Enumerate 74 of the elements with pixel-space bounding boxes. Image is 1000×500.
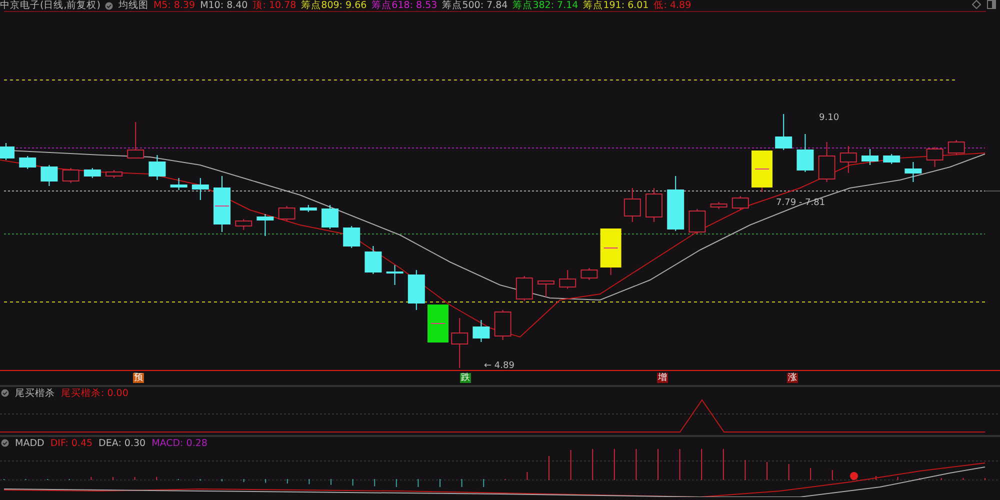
signal-dot-icon [850, 472, 858, 480]
indicator-name: MADD [15, 438, 44, 448]
candlestick [710, 202, 728, 210]
candlestick [646, 188, 662, 222]
candlestick [428, 304, 448, 342]
candlestick [559, 270, 576, 290]
indicator-value: DEA: 0.30 [98, 438, 146, 448]
indicator-value: DIF: 0.45 [50, 438, 93, 448]
candlestick [148, 154, 166, 180]
candlestick [386, 264, 404, 286]
candlestick [106, 170, 122, 178]
candlestick [538, 280, 554, 298]
candlestick [127, 122, 144, 158]
candlestick [624, 188, 641, 222]
indicator-value: 筹点809: 9.66 [301, 0, 367, 11]
candlestick [235, 218, 252, 230]
indicator-value: MACD: 0.28 [152, 438, 208, 448]
candlestick [19, 156, 36, 170]
indicator-value: 筹点191: 6.01 [583, 0, 649, 11]
indicator-value: 顶: 10.78 [252, 0, 296, 11]
candlestick [170, 178, 188, 190]
candlestick [214, 176, 230, 232]
indicator-value: 筹点618: 8.53 [372, 0, 438, 11]
candlestick [322, 204, 338, 230]
candlestick [62, 168, 80, 184]
candlestick [883, 154, 900, 164]
candlestick [752, 150, 772, 192]
candlestick [278, 206, 296, 222]
indicator-value: 低: 4.89 [654, 0, 692, 11]
indicator-toggle-icon[interactable] [1, 439, 9, 447]
indicator-value: 筹点382: 7.14 [512, 0, 578, 11]
signal-marker: 增 [657, 373, 668, 383]
indicator-name: 尾买楷杀 [15, 386, 55, 400]
candlestick [926, 146, 944, 168]
indicator-value: 筹点500: 7.84 [442, 0, 508, 11]
candlestick [256, 214, 274, 236]
candlestick [408, 270, 425, 310]
candlestick [818, 142, 836, 182]
candlestick [904, 162, 922, 182]
signal-marker: 跌 [460, 373, 471, 383]
indicator-name: 均线图 [118, 0, 148, 11]
candlestick [0, 142, 14, 160]
low-price-label: ← 4.89 [484, 361, 514, 370]
stock-title: 中京电子(日线,前复权) [0, 0, 100, 11]
candlestick [948, 140, 965, 156]
price-range-label: 7.79 - 7.81 [776, 198, 826, 208]
candlestick [343, 226, 360, 248]
signal-marker: 涨 [787, 373, 798, 383]
signal-marker: 预 [133, 373, 144, 383]
candlestick [364, 246, 382, 274]
candlestick [840, 146, 857, 174]
indicator-toggle-icon[interactable] [105, 2, 114, 10]
panel-icon[interactable] [987, 0, 996, 9]
candlestick [472, 320, 490, 342]
candlestick [451, 318, 468, 368]
indicator-value: M5: 8.39 [153, 0, 196, 11]
candlestick [600, 228, 622, 276]
indicator-value: M10: 8.40 [200, 0, 248, 11]
candlestick [667, 176, 684, 232]
indicator-toggle-icon[interactable] [1, 389, 9, 397]
candlestick [688, 208, 706, 234]
candlestick [494, 310, 512, 340]
candlestick [862, 148, 878, 166]
diamond-icon[interactable] [972, 0, 981, 9]
candlestick [775, 114, 792, 150]
candlestick [516, 276, 533, 302]
candlestick [84, 168, 101, 178]
candlestick [796, 134, 814, 172]
candlestick [192, 178, 209, 200]
candlestick [40, 164, 58, 186]
high-price-label: 9.10 [819, 113, 840, 123]
candlestick [580, 268, 598, 280]
candlestick [732, 196, 749, 210]
indicator-value: 尾买楷杀: 0.00 [61, 386, 128, 400]
